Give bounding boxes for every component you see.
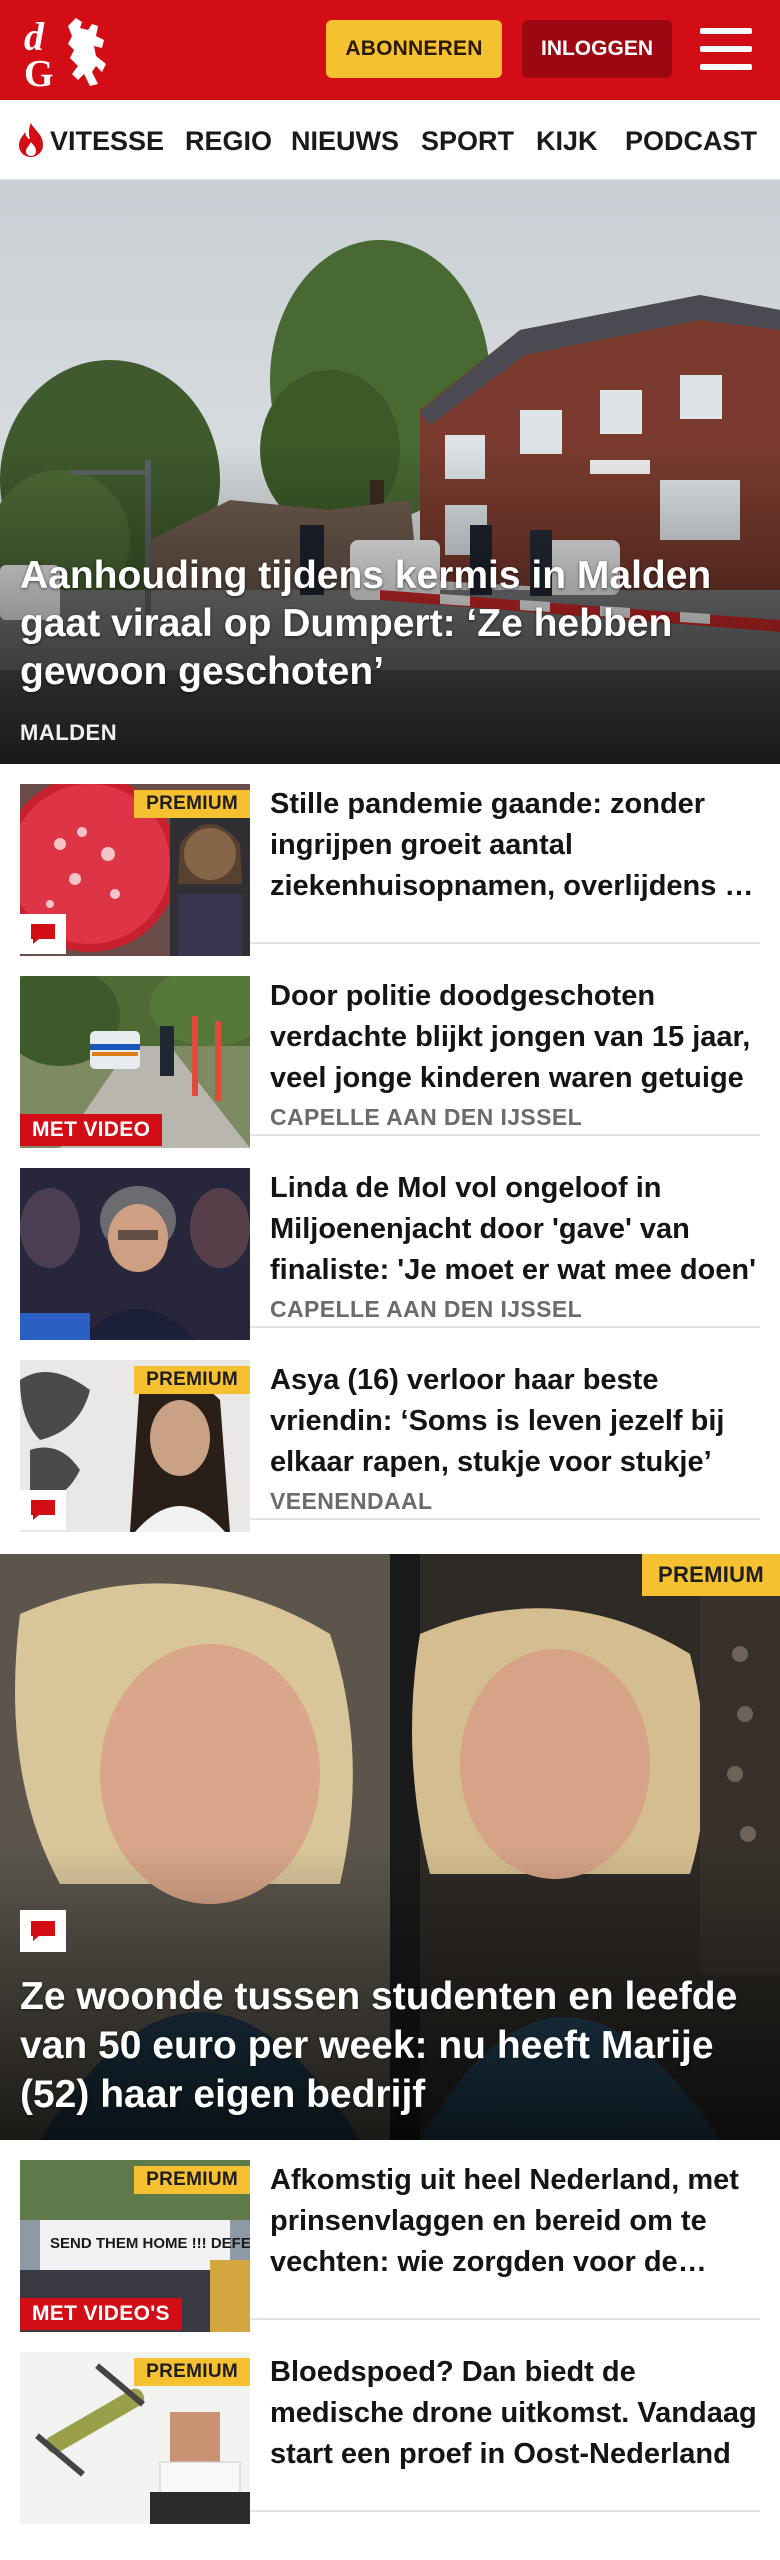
article-title[interactable]: Linda de Mol vol ongeloof in Miljoenenja… [270, 1168, 760, 1291]
premium-badge: PREMIUM [134, 2166, 250, 2194]
nav-item-sport[interactable]: SPORT [421, 124, 514, 158]
list-item[interactable]: MET VIDEO Door politie doodgeschoten ver… [20, 956, 760, 1148]
top-bar: d G ABONNEREN INLOGGEN [0, 0, 780, 100]
comment-icon [20, 1490, 66, 1530]
nav-item-kijk[interactable]: KIJK [536, 124, 598, 158]
article-title[interactable]: Door politie doodgeschoten verdachte bli… [270, 976, 760, 1099]
login-button[interactable]: INLOGGEN [522, 20, 672, 78]
premium-badge: PREMIUM [642, 1554, 780, 1596]
premium-badge: PREMIUM [134, 2358, 250, 2386]
nav-item-regio[interactable]: REGIO [185, 124, 272, 158]
subscribe-button[interactable]: ABONNEREN [326, 20, 502, 78]
list-item[interactable]: PREMIUM Bloedspoed? Dan biedt de medisch… [20, 2332, 760, 2524]
nav-item-nieuws[interactable]: NIEUWS [291, 124, 399, 158]
hero-article[interactable]: Aanhouding tijdens kermis in Malden gaat… [0, 180, 780, 764]
article-title[interactable]: Stille pandemie gaande: zonder ingrijpen… [270, 784, 760, 907]
hero-title[interactable]: Aanhouding tijdens kermis in Malden gaat… [20, 552, 760, 696]
article-thumbnail: PREMIUM [20, 784, 250, 956]
feature-title[interactable]: Ze woonde tussen studenten en leefde van… [20, 1972, 760, 2119]
article-location: VEENENDAAL [270, 1488, 433, 1514]
article-title[interactable]: Bloedspoed? Dan biedt de medische drone … [270, 2352, 760, 2475]
nav-item-vitesse[interactable]: VITESSE [50, 124, 164, 158]
article-title[interactable]: Afkomstig uit heel Nederland, met prinse… [270, 2160, 760, 2283]
comment-icon [20, 1910, 66, 1952]
article-location: CAPELLE AAN DEN IJSSEL [270, 1104, 583, 1130]
premium-badge: PREMIUM [134, 1366, 250, 1394]
flame-icon [19, 123, 43, 157]
list-item[interactable]: SEND THEM HOME !!! DEFEND PREMIUM MET VI… [20, 2140, 760, 2332]
nav-item-podcast[interactable]: PODCAST [625, 124, 757, 158]
article-title[interactable]: Asya (16) verloor haar beste vriendin: ‘… [270, 1360, 760, 1483]
article-location: CAPELLE AAN DEN IJSSEL [270, 1296, 583, 1322]
article-title-text[interactable]: Door politie doodgeschoten verdachte bli… [270, 976, 760, 1099]
section-nav: VITESSE REGIO NIEUWS SPORT KIJK PODCAST [0, 100, 780, 180]
list-item[interactable]: PREMIUM Asya (16) verloor haar beste vri… [20, 1340, 760, 1532]
video-badge: MET VIDEO [20, 1114, 163, 1146]
list-item[interactable]: PREMIUM Stille pandemie gaande: zonder i… [20, 764, 760, 956]
article-thumbnail: MET VIDEO [20, 976, 250, 1148]
premium-badge: PREMIUM [134, 790, 250, 818]
feature-article[interactable]: PREMIUM Ze woonde tussen studenten en le… [0, 1554, 780, 2140]
video-badge: MET VIDEO'S [20, 2298, 182, 2330]
hamburger-menu-icon[interactable] [700, 26, 752, 72]
comment-icon [20, 914, 66, 954]
article-thumbnail: PREMIUM [20, 1360, 250, 1532]
dg-logo-icon[interactable]: d G [22, 14, 114, 95]
sign-text: SEND THEM HOME !!! DEFEND [50, 2235, 250, 2252]
article-thumbnail [20, 1168, 250, 1340]
logo-letter-g: G [24, 53, 54, 88]
article-thumbnail: SEND THEM HOME !!! DEFEND PREMIUM MET VI… [20, 2160, 250, 2332]
hero-location: MALDEN [20, 720, 118, 745]
list-item[interactable]: Linda de Mol vol ongeloof in Miljoenenja… [20, 1148, 760, 1340]
article-thumbnail: PREMIUM [20, 2352, 250, 2524]
